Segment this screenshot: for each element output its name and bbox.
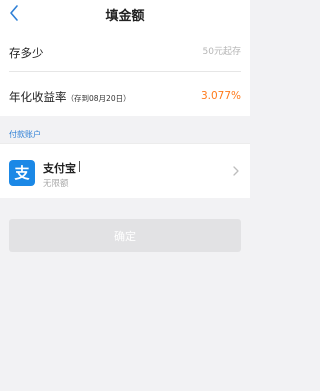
amount-input[interactable]	[121, 44, 241, 60]
rate-row: 年化收益率（存到08月20日） 3.077%	[9, 73, 241, 116]
confirm-button[interactable]: 确定	[9, 219, 241, 252]
amount-row[interactable]: 存多少	[9, 28, 241, 72]
rate-label: 年化收益率	[9, 90, 67, 104]
nav-bar: 填金额	[0, 0, 250, 28]
amount-label: 存多少	[9, 46, 44, 60]
alipay-logo-glyph: 支	[14, 164, 30, 182]
rate-value: 3.077%	[200, 90, 241, 102]
payment-method-limit: 无限额	[43, 179, 69, 189]
payment-method-row[interactable]: 支 支付宝 无限额	[0, 143, 250, 198]
payment-section-title: 付款账户	[9, 130, 41, 139]
amount-form: 存多少 年化收益率（存到08月20日） 3.077%	[0, 28, 250, 116]
payment-method-name: 支付宝	[43, 162, 76, 175]
rate-note: （存到08月20日）	[66, 94, 131, 103]
rate-label-group: 年化收益率（存到08月20日）	[9, 89, 131, 105]
page-title: 填金额	[105, 9, 145, 24]
text-cursor	[79, 161, 80, 172]
chevron-right-icon	[233, 166, 239, 176]
alipay-icon: 支	[9, 160, 35, 186]
